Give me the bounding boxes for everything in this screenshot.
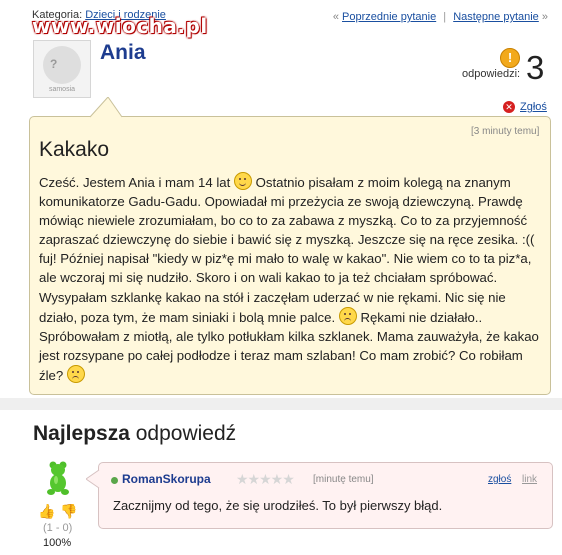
rating-stars-icon: ★★★★★ (236, 471, 295, 487)
answer-bubble-tail (86, 470, 100, 489)
vote-count: (1 - 0) (43, 522, 73, 534)
avatar-placeholder-icon: ? (43, 45, 81, 84)
site-watermark: www.wiocha.pl (32, 14, 208, 38)
prev-question-link[interactable]: Poprzednie pytanie (342, 11, 436, 23)
question-navigation: « Poprzednie pytanie | Następne pytanie … (333, 11, 548, 23)
report-link[interactable]: Zgłoś (520, 101, 547, 113)
section-divider (0, 398, 562, 410)
avatar-caption: samosia (48, 85, 76, 93)
question-title: Kakako (39, 138, 110, 161)
question-author[interactable]: Ania (100, 41, 146, 65)
answer-time: [minutę temu] (313, 474, 374, 485)
question-body-part-1: Cześć. Jestem Ania i mam 14 lat (39, 175, 234, 190)
thumbs-up-icon[interactable]: 👍 (38, 503, 55, 520)
smile-emoticon-icon (233, 172, 252, 190)
answer-author[interactable]: RomanSkorupa (122, 472, 211, 486)
answer-text: Zacznijmy od tego, że się urodziłeś. To … (113, 498, 443, 513)
prev-arrow: « (332, 11, 339, 23)
answers-count: 3 (526, 49, 545, 86)
answers-label: odpowiedzi: (462, 68, 521, 80)
nav-separator: | (443, 11, 447, 23)
answers-count-icon: ! (500, 48, 520, 68)
question-body-part-2: Ostatnio pisałam z moim kolegą na znanym… (39, 175, 535, 325)
gummy-bear-avatar-icon (47, 461, 69, 495)
confused-emoticon-icon (338, 306, 357, 325)
question-time: [3 minuty temu] (471, 126, 540, 137)
next-question-link[interactable]: Następne pytanie (453, 11, 539, 23)
thumbs-down-icon[interactable]: 👎 (60, 503, 77, 520)
question-body: Cześć. Jestem Ania i mam 14 lat Ostatnio… (39, 172, 544, 385)
online-status-icon (111, 477, 118, 484)
answer-report-link[interactable]: zgłoś (488, 474, 511, 485)
best-answer-heading: Najlepsza odpowiedź (33, 422, 236, 446)
next-arrow: » (541, 11, 548, 23)
confused-emoticon-icon (66, 364, 85, 383)
best-answer-heading-bold: Najlepsza (33, 422, 130, 445)
vote-percent: 100% (43, 537, 72, 549)
answer-permalink[interactable]: link (522, 474, 537, 485)
report-icon[interactable]: ✕ (503, 101, 515, 113)
question-bubble-tail (89, 97, 123, 118)
avatar[interactable]: ? samosia (33, 40, 91, 98)
best-answer-heading-rest: odpowiedź (129, 422, 237, 445)
